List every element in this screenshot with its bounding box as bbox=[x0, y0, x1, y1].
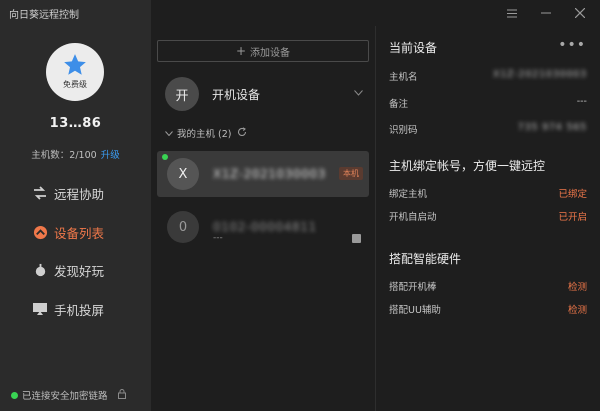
sidebar-item-label: 手机投屏 bbox=[54, 302, 105, 318]
remark-row[interactable]: 备注 --- bbox=[389, 96, 587, 110]
add-device-label: 添加设备 bbox=[250, 47, 291, 59]
hw-power-stick-row: 搭配开机棒 检测 bbox=[389, 279, 587, 293]
device-id: X1Z-2021030003 bbox=[213, 167, 326, 181]
avatar[interactable]: 免费级 bbox=[46, 43, 104, 101]
user-name: 13…86 bbox=[49, 116, 102, 131]
chevron-down-icon[interactable] bbox=[354, 89, 363, 99]
refresh-icon[interactable] bbox=[237, 126, 247, 140]
device-item-remote[interactable]: 0 0102-00004811 --- bbox=[157, 204, 369, 250]
hardware-title: 搭配智能硬件 bbox=[389, 252, 462, 266]
sidebar: 向日葵远程控制 免费级 13…86 主机数：2/100 升级 远程协助 设备列表 … bbox=[0, 0, 151, 411]
connection-status-text: 已连接安全加密链路 bbox=[22, 391, 108, 402]
code-value: 735 974 565 bbox=[517, 122, 587, 133]
autostart-row: 开机自启动 已开启 bbox=[389, 209, 587, 223]
code-row: 识别码 735 974 565 bbox=[389, 122, 587, 136]
app-title: 向日葵远程控制 bbox=[9, 10, 79, 21]
device-subtitle: --- bbox=[213, 233, 223, 243]
lock-icon bbox=[117, 388, 126, 402]
autostart-status[interactable]: 已开启 bbox=[558, 209, 587, 223]
device-list-panel: + 添加设备 开 开机设备 我的主机 (2) X X1Z-2021030003 … bbox=[151, 26, 375, 411]
device-detail-panel: 当前设备 ••• 主机名 X1Z-2021030003 备注 --- 识别码 7… bbox=[375, 26, 600, 411]
local-badge: 本机 bbox=[339, 167, 363, 180]
star-icon bbox=[64, 54, 86, 75]
my-hosts-header[interactable]: 我的主机 (2) bbox=[165, 126, 247, 140]
remark-label: 备注 bbox=[389, 99, 409, 110]
bind-host-row: 绑定主机 已绑定 bbox=[389, 186, 587, 200]
my-hosts-label: 我的主机 (2) bbox=[177, 129, 232, 140]
autostart-label: 开机自启动 bbox=[389, 212, 437, 223]
online-dot-icon bbox=[162, 154, 168, 160]
tier-label: 免费级 bbox=[63, 80, 87, 89]
device-initial: X bbox=[178, 166, 188, 182]
sidebar-item-screen-mirror[interactable]: 手机投屏 bbox=[0, 291, 151, 327]
bind-host-label: 绑定主机 bbox=[389, 189, 428, 200]
host-count: 主机数：2/100 升级 bbox=[0, 147, 151, 161]
device-list-icon bbox=[32, 224, 48, 240]
current-device-title: 当前设备 bbox=[389, 41, 438, 55]
online-dot-icon bbox=[11, 391, 18, 399]
caret-down-icon bbox=[165, 129, 173, 138]
screen-mirror-icon bbox=[32, 301, 48, 317]
host-count-text: 主机数：2/100 bbox=[31, 150, 97, 161]
bind-title: 主机绑定帐号，方便一键远控 bbox=[389, 159, 546, 173]
minimize-icon[interactable] bbox=[538, 5, 554, 21]
hw-uu-detect[interactable]: 检测 bbox=[568, 302, 587, 316]
more-icon[interactable]: ••• bbox=[558, 37, 586, 53]
hostname-label: 主机名 bbox=[389, 72, 418, 83]
discover-icon bbox=[32, 262, 48, 278]
bind-host-status[interactable]: 已绑定 bbox=[558, 186, 587, 200]
device-initial: 0 bbox=[178, 219, 188, 235]
add-device-button[interactable]: + 添加设备 bbox=[157, 40, 369, 62]
remote-assist-icon bbox=[32, 185, 48, 201]
sidebar-item-label: 设备列表 bbox=[54, 225, 105, 241]
window-controls bbox=[500, 0, 600, 26]
sidebar-item-device-list[interactable]: 设备列表 bbox=[0, 214, 151, 250]
hostname-value: X1Z-2021030003 bbox=[493, 69, 587, 80]
connection-status: 已连接安全加密链路 bbox=[11, 388, 126, 402]
hw-uu-label: 搭配UU辅助 bbox=[389, 305, 441, 316]
device-item-local[interactable]: X X1Z-2021030003 本机 bbox=[157, 151, 369, 197]
hw-uu-row: 搭配UU辅助 检测 bbox=[389, 302, 587, 316]
power-device-row[interactable]: 开 开机设备 bbox=[165, 76, 363, 112]
hostname-row: 主机名 X1Z-2021030003 bbox=[389, 69, 587, 83]
sidebar-item-discover[interactable]: 发现好玩 bbox=[0, 252, 151, 288]
code-label: 识别码 bbox=[389, 125, 418, 136]
hw-power-stick-label: 搭配开机棒 bbox=[389, 282, 437, 293]
device-avatar: 0 bbox=[167, 211, 199, 243]
close-icon[interactable] bbox=[572, 5, 588, 21]
device-id: 0102-00004811 bbox=[213, 220, 317, 234]
hw-power-stick-detect[interactable]: 检测 bbox=[568, 279, 587, 293]
upgrade-link[interactable]: 升级 bbox=[101, 150, 120, 161]
sidebar-item-remote-assist[interactable]: 远程协助 bbox=[0, 175, 151, 211]
remark-value: --- bbox=[576, 96, 587, 107]
menu-icon[interactable] bbox=[504, 5, 520, 21]
sidebar-item-label: 发现好玩 bbox=[54, 263, 105, 279]
plus-icon: + bbox=[235, 44, 247, 58]
device-avatar: X bbox=[162, 154, 199, 190]
power-device-label: 开机设备 bbox=[212, 87, 261, 102]
power-device-badge: 开 bbox=[165, 77, 199, 111]
desktop-icon bbox=[352, 234, 361, 243]
sidebar-item-label: 远程协助 bbox=[54, 186, 105, 202]
